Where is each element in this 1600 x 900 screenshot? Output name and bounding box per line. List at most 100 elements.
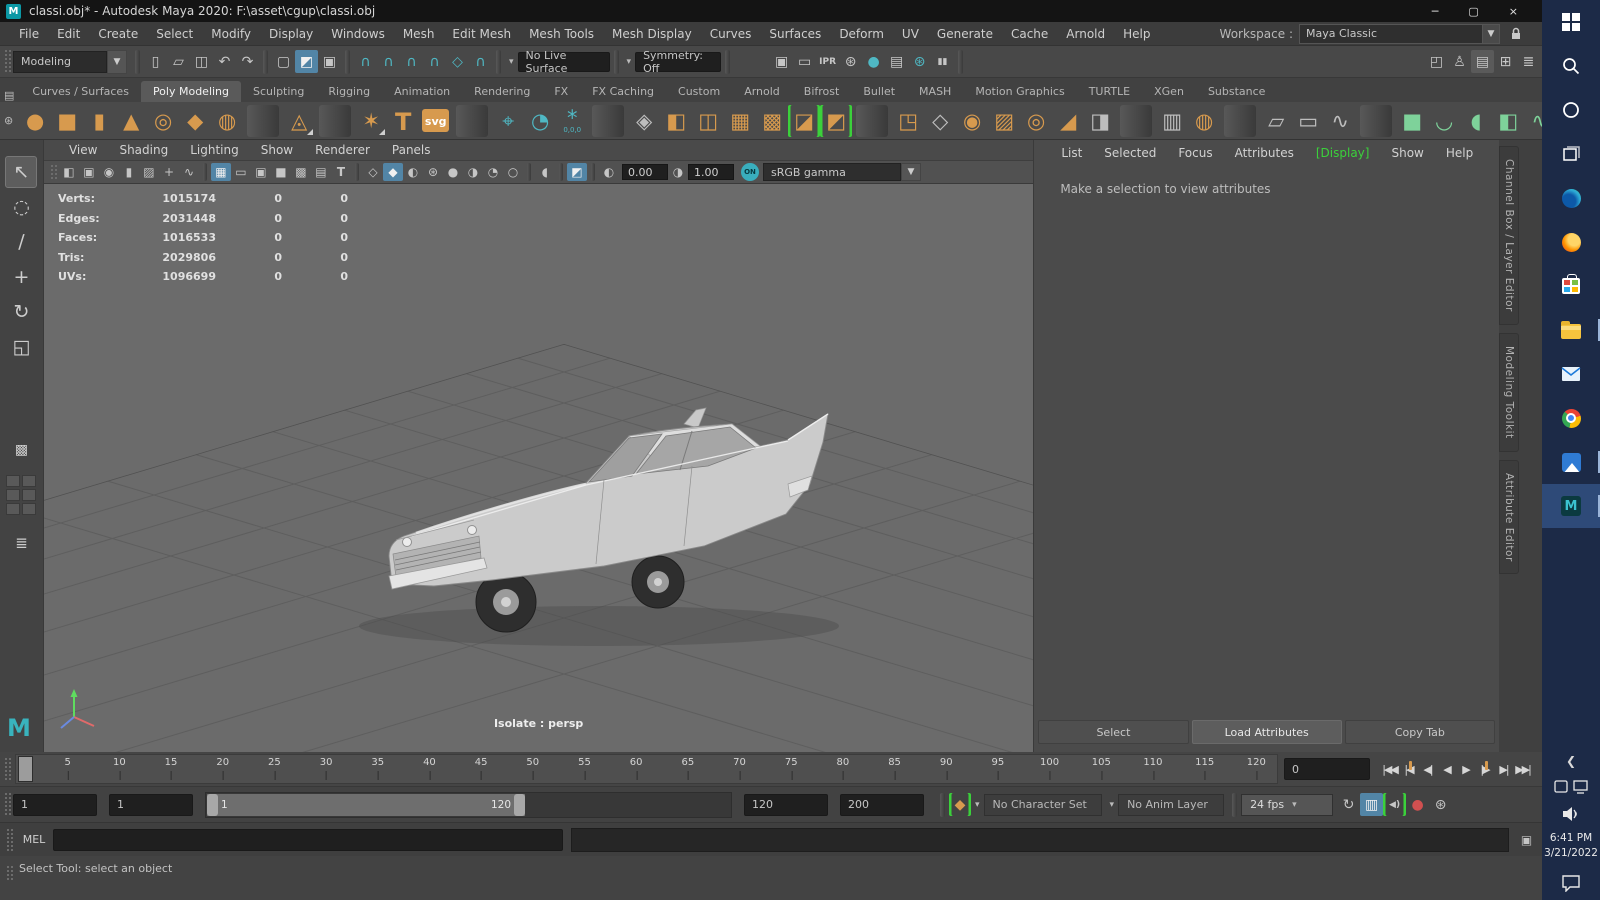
live-surface-menu-arrow[interactable]: ▾ [509,57,514,67]
viewport-toolbar-grip[interactable] [49,164,57,180]
crease-set-editor-icon[interactable]: ◪ [788,105,820,137]
anti-aliasing-icon[interactable]: ○ [503,163,523,181]
toolbar-separator[interactable] [526,163,531,181]
exposure-field[interactable]: 0.00 [621,164,668,180]
group-separator[interactable] [496,49,501,74]
group-separator[interactable] [613,49,619,74]
look-dev-icon[interactable]: ⊛ [908,50,931,73]
minimize-button[interactable]: ─ [1432,5,1439,18]
film-gate-icon[interactable]: ▭ [231,163,251,181]
gamma-dropdown-arrow[interactable]: ▼ [900,163,921,181]
shelf-tab[interactable]: MASH [907,81,963,102]
shelf-tab[interactable]: Rigging [316,81,382,102]
symmetry-field[interactable]: Symmetry: Off [635,49,722,75]
isolate-view-icon[interactable]: ▩ [8,438,34,462]
delete-history-icon[interactable]: ◔ [524,105,556,137]
panel-menu-item[interactable]: Shading [108,143,179,157]
edit-pivot-icon[interactable]: ▭ [1292,105,1324,137]
menu-set-dropdown[interactable]: Modeling [13,50,107,73]
file-explorer-icon[interactable] [1542,308,1600,352]
firefox-icon[interactable] [1542,220,1600,264]
poly-sphere-icon[interactable]: ● [19,105,51,137]
crease-tool-icon[interactable]: ◩ [820,105,852,137]
photos-icon[interactable] [1542,440,1600,484]
bookmark-icon[interactable]: ▮ [119,163,139,181]
step-back-key-button[interactable]: |◀ [1399,758,1418,780]
shelf-tab[interactable]: TURTLE [1077,81,1142,102]
camera-attributes-icon[interactable]: ◉ [99,163,119,181]
shelf-tab[interactable]: Bullet [851,81,907,102]
shelf-tab[interactable]: Curves / Surfaces [20,81,141,102]
rotate-tool-icon[interactable]: ↻ [5,296,37,328]
workspace-dropdown[interactable]: Maya Classic [1299,23,1483,44]
fps-dropdown[interactable]: 24 fps ▾ [1241,793,1334,816]
hypershade-persp-layout-button[interactable] [6,503,21,515]
paint-selection-tool-icon[interactable]: ∕ [5,226,37,258]
close-button[interactable]: × [1509,5,1518,18]
contrast-icon[interactable]: ◑ [671,163,685,181]
shelf-gear-icon[interactable]: ⊛ [4,114,13,127]
custom-layout-button[interactable] [22,503,37,515]
menu-item[interactable]: Edit Mesh [443,27,520,41]
workspace-lock-icon[interactable] [1508,26,1524,42]
attribute-editor-button[interactable]: Load Attributes [1191,720,1342,744]
pause-viewport-icon[interactable]: ▮▮ [931,50,954,73]
edge-icon[interactable] [1542,176,1600,220]
menu-item[interactable]: Mesh Tools [520,27,603,41]
channel-box-icon[interactable]: ▤ [1471,50,1494,73]
menu-item[interactable]: Windows [322,27,394,41]
shelf-tab[interactable]: FX [542,81,580,102]
render-setup-icon[interactable]: ▤ [885,50,908,73]
shelf-menu-icon[interactable]: ▤ [4,89,14,102]
bevel-icon[interactable]: ◢ [1052,105,1084,137]
gate-mask-icon[interactable]: ■ [271,163,291,181]
step-forward-key-button[interactable]: ▶| [1494,758,1513,780]
character-set-menu-arrow[interactable]: ▾ [975,800,980,810]
attribute-editor-menu-item[interactable]: Help [1435,146,1484,160]
shelf-tab[interactable]: Animation [382,81,462,102]
shelf-separator[interactable] [1120,104,1153,137]
xray-icon[interactable]: ◖ [535,163,555,181]
shelf-tab[interactable]: Substance [1196,81,1278,102]
curve-warp-icon[interactable]: ▱ [1260,105,1292,137]
mirror-icon[interactable]: ◫ [692,105,724,137]
select-camera-icon[interactable]: ◧ [59,163,79,181]
shelf-separator[interactable] [592,104,625,137]
pencil-curve-icon[interactable]: ∿ [1324,105,1356,137]
undo-icon[interactable]: ↶ [213,50,236,73]
panel-menu-item[interactable]: Panels [381,143,442,157]
locator-icon[interactable]: ⌖ [492,105,524,137]
menu-item[interactable]: Cache [1002,27,1057,41]
outliner-icon[interactable]: ≣ [5,527,37,559]
attribute-editor-button[interactable]: Select [1038,720,1189,744]
lock-camera-icon[interactable]: ▣ [79,163,99,181]
auto-key-icon[interactable]: ● [1406,793,1429,816]
group-separator[interactable] [725,49,731,74]
shadows-icon[interactable]: ● [443,163,463,181]
attribute-editor-menu-item[interactable]: [Display] [1305,146,1381,160]
snap-to-projected-center-icon[interactable]: ∩ [423,50,446,73]
menu-item[interactable]: Select [147,27,202,41]
menu-item[interactable]: Edit [48,27,89,41]
human-ik-icon[interactable]: ♙ [1448,50,1471,73]
range-slider-track[interactable]: 1 120 [205,791,732,818]
ipr-render-icon[interactable]: IPR [816,50,839,73]
shelf-tab[interactable]: Arnold [732,81,792,102]
combine-icon[interactable]: ◈ [628,105,660,137]
platonic-solid-icon[interactable]: ◬ [283,105,315,137]
shelf-separator[interactable] [1360,104,1393,137]
playback-start-field[interactable]: 1 [109,793,193,816]
menu-item[interactable]: UV [893,27,928,41]
gamma-dropdown[interactable]: sRGB gamma [762,163,901,181]
make-live-icon[interactable]: ∩ [469,50,492,73]
poly-plane-icon[interactable]: ◆ [179,105,211,137]
poly-cube-icon[interactable]: ■ [51,105,83,137]
animation-start-field[interactable]: 1 [13,793,97,816]
character-set-dropdown[interactable]: No Character Set [983,793,1102,816]
snap-to-grid-icon[interactable]: ∩ [354,50,377,73]
command-line-input[interactable] [53,828,563,851]
snap-to-view-plane-icon[interactable]: ◇ [446,50,469,73]
playback-end-field[interactable]: 120 [744,793,828,816]
command-line-output[interactable] [571,827,1509,852]
hypershade-icon[interactable]: ● [862,50,885,73]
